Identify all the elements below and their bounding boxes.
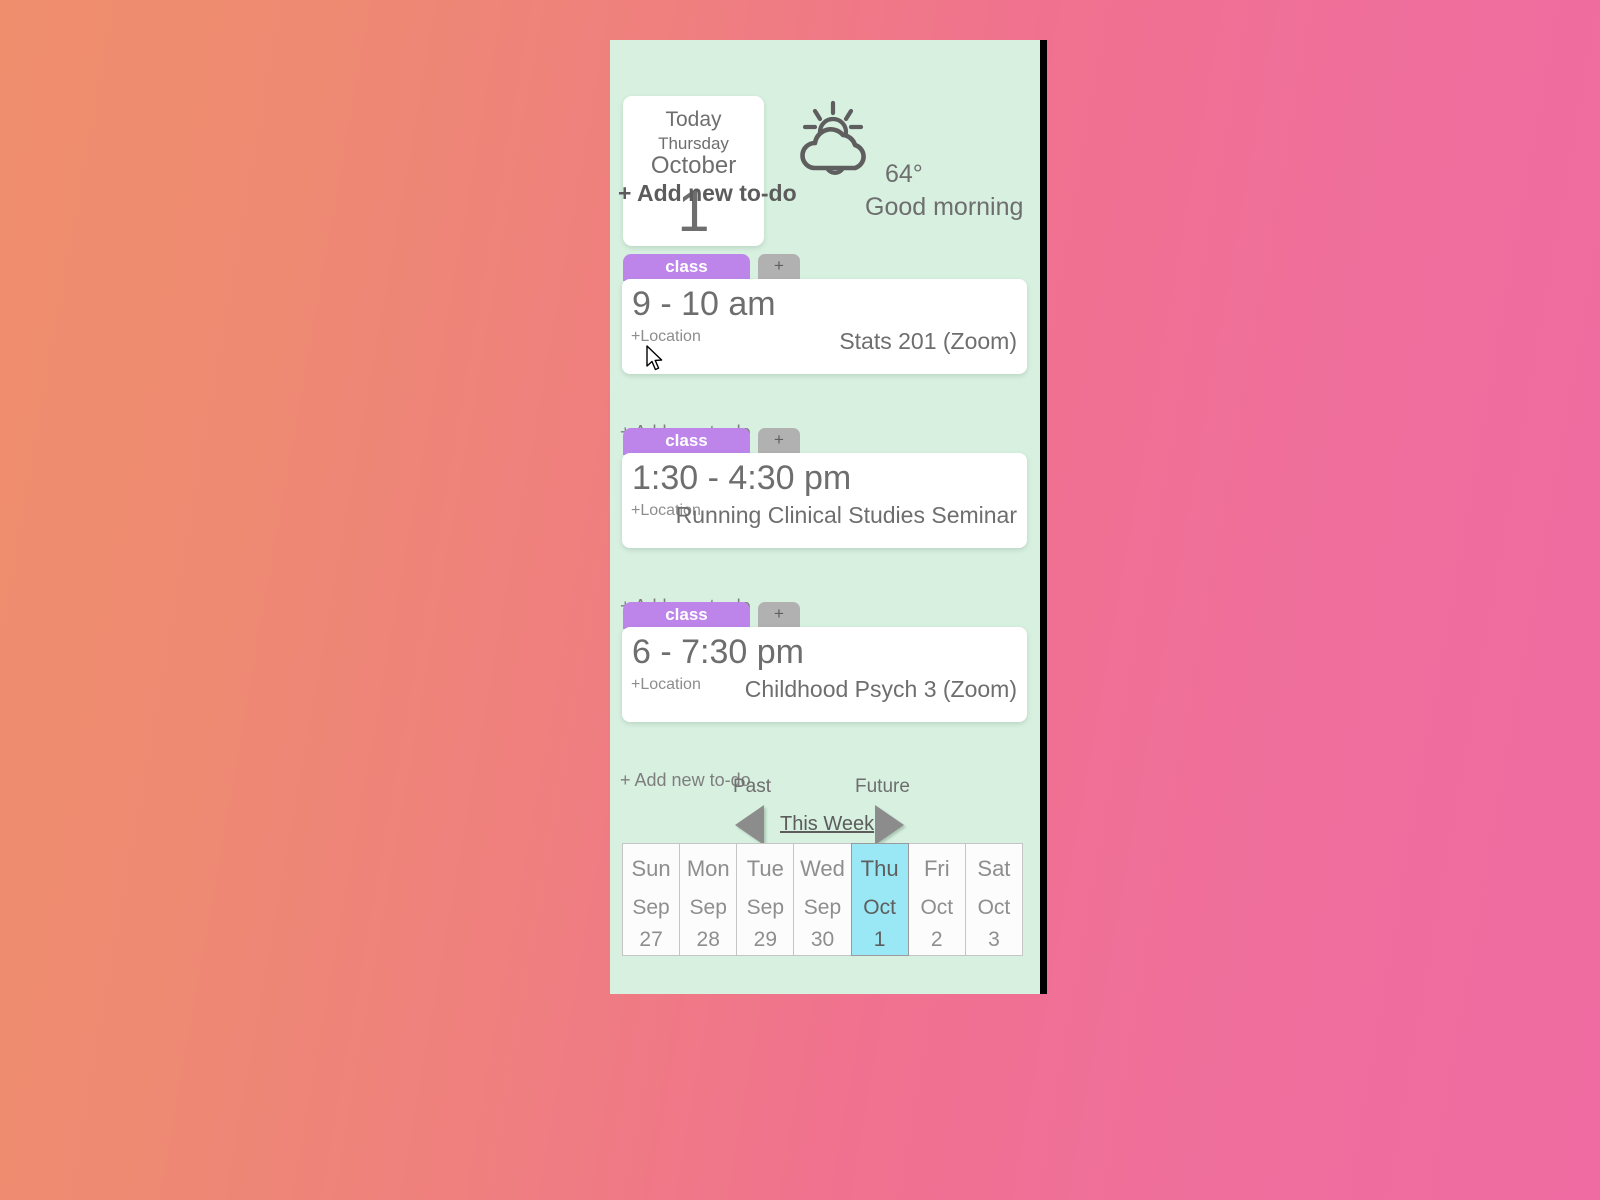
event-2-card[interactable]: 1:30 - 4:30 pm +Location Running Clinica… — [622, 453, 1027, 548]
day-cell-sun[interactable]: Sun Sep 27 — [622, 843, 681, 956]
event-1-time: 9 - 10 am — [632, 285, 776, 323]
day-cell-dow: Thu — [860, 856, 899, 881]
today-date-card: Today Thursday October 1 — [623, 96, 764, 246]
day-cell-thu-selected[interactable]: Thu Oct 1 — [850, 843, 909, 956]
day-cell-dow: Tue — [746, 856, 784, 881]
event-3-card[interactable]: 6 - 7:30 pm +Location Childhood Psych 3 … — [622, 627, 1027, 722]
event-1-tag-class[interactable]: class — [623, 254, 750, 281]
week-navigation: Past Future This Week — [610, 768, 1047, 848]
temperature-value: 64° — [885, 160, 923, 188]
event-1-add-tag-button[interactable]: + — [758, 254, 800, 279]
today-label: Today — [665, 108, 722, 131]
day-cell-month: Sep — [632, 896, 670, 919]
event-2-tag-class[interactable]: class — [623, 428, 750, 455]
triangle-right-icon[interactable] — [875, 805, 904, 845]
day-cell-num: 30 — [810, 928, 835, 951]
day-cell-tue[interactable]: Tue Sep 29 — [736, 843, 795, 956]
week-day-strip: Sun Sep 27 Mon Sep 28 Tue Sep 29 Wed Sep… — [622, 843, 1023, 956]
this-week-link[interactable]: This Week — [780, 813, 874, 836]
today-weekday: Thursday — [658, 134, 729, 153]
header-add-todo-button[interactable]: + Add new to-do — [618, 180, 797, 207]
event-3-tag-class[interactable]: class — [623, 602, 750, 629]
day-cell-dow: Sat — [977, 856, 1011, 881]
sun-behind-cloud-icon — [793, 100, 875, 175]
header-region: Today Thursday October 1 64° Good mornin… — [610, 40, 1047, 248]
window-right-border — [1040, 40, 1047, 994]
event-1-title: Stats 201 (Zoom) — [839, 328, 1017, 354]
day-cell-sat[interactable]: Sat Oct 3 — [964, 843, 1023, 956]
triangle-left-icon[interactable] — [735, 805, 764, 845]
event-1-tab-row: class + — [623, 254, 800, 281]
event-2-add-tag-button[interactable]: + — [758, 428, 800, 453]
weather-region: 64° Good morning — [785, 88, 1040, 248]
event-1-location-button[interactable]: +Location — [631, 328, 701, 346]
event-3-title: Childhood Psych 3 (Zoom) — [744, 676, 1017, 702]
day-cell-month: Sep — [803, 896, 842, 919]
event-1-card[interactable]: 9 - 10 am +Location Stats 201 (Zoom) — [622, 279, 1027, 374]
day-cell-mon[interactable]: Mon Sep 28 — [679, 843, 738, 956]
day-cell-month: Sep — [746, 896, 785, 919]
day-cell-num: 1 — [873, 928, 886, 951]
day-cell-dow: Fri — [923, 856, 950, 881]
day-cell-dow: Mon — [686, 856, 730, 881]
event-2-title: Running Clinical Studies Seminar — [675, 502, 1017, 528]
today-month: October — [650, 152, 737, 179]
event-2-time: 1:30 - 4:30 pm — [632, 459, 852, 497]
day-cell-month: Oct — [920, 896, 954, 919]
event-3-add-tag-button[interactable]: + — [758, 602, 800, 627]
day-cell-num: 28 — [696, 928, 720, 951]
day-cell-num: 29 — [753, 928, 778, 951]
day-cell-num: 2 — [930, 928, 943, 951]
event-3-location-button[interactable]: +Location — [631, 676, 701, 694]
past-label: Past — [733, 776, 772, 797]
day-cell-dow: Wed — [800, 856, 845, 881]
day-cell-month: Sep — [689, 896, 727, 919]
event-3-tab-row: class + — [623, 602, 800, 629]
day-cell-month: Oct — [863, 896, 896, 919]
day-cell-num: 27 — [639, 928, 663, 951]
day-cell-fri[interactable]: Fri Oct 2 — [907, 843, 966, 956]
planner-app-window: Today Thursday October 1 64° Good mornin… — [610, 40, 1047, 994]
event-3-time: 6 - 7:30 pm — [632, 633, 804, 671]
day-cell-month: Oct — [977, 896, 1011, 919]
event-2-tab-row: class + — [623, 428, 800, 455]
day-cell-dow: Sun — [631, 856, 671, 881]
greeting-text: Good morning — [865, 193, 1024, 221]
day-cell-num: 3 — [988, 928, 1000, 951]
day-cell-wed[interactable]: Wed Sep 30 — [793, 843, 852, 956]
future-label: Future — [855, 776, 910, 797]
